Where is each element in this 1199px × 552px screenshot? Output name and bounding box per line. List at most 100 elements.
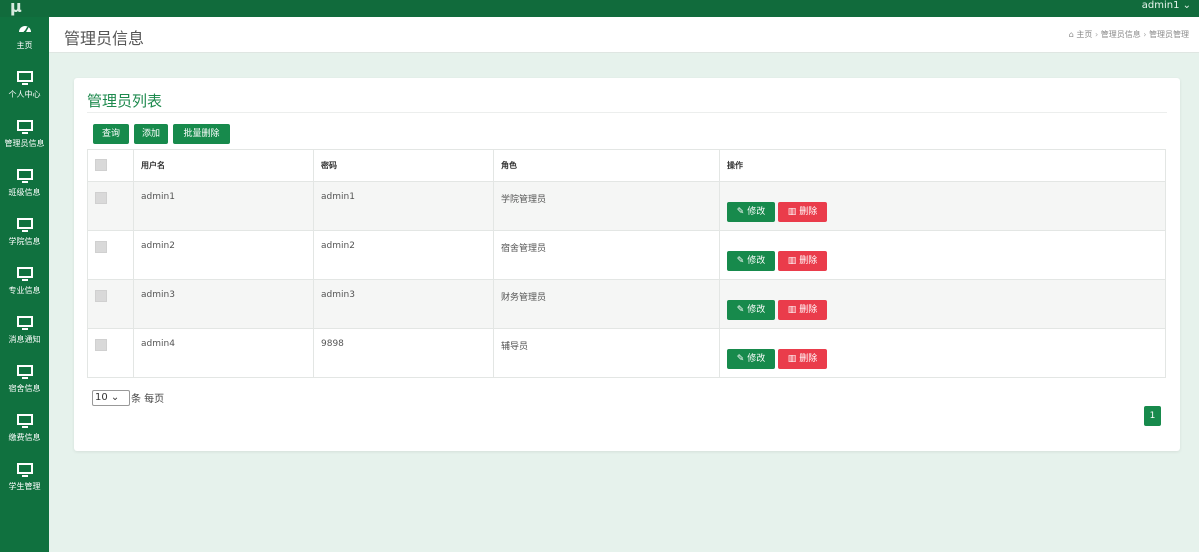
row-checkbox[interactable] [95,339,107,351]
breadcrumb: ⌂ 主页 › 管理员信息 › 管理员管理 [1069,29,1189,40]
select-all-cell [87,149,134,182]
monitor-icon [17,365,33,379]
table-header-row: 用户名 密码 角色 操作 [87,149,1166,182]
batch-delete-button[interactable]: 批量删除 [173,124,230,144]
password-cell: admin2 [321,241,355,251]
monitor-icon [17,218,33,232]
table-row: admin1 admin1 学院管理员 ✎ 修改 ▥ 删除 [87,181,1166,231]
panel-title: 管理员列表 [87,92,163,110]
page-button-1[interactable]: 1 [1144,406,1161,426]
role-cell: 宿舍管理员 [501,244,547,254]
delete-label: 删除 [799,256,818,266]
admin-table: 用户名 密码 角色 操作 admin1 admin1 学院管理员 ✎ 修改 ▥ … [87,149,1166,378]
edit-label: 修改 [747,256,766,266]
sidebar-item-label: 宿舍信息 [8,384,41,393]
app-logo: µ [10,0,22,16]
divider [87,112,1167,113]
sidebar-item-college-info[interactable]: 学院信息 [0,217,49,261]
password-cell: admin1 [321,192,355,202]
edit-label: 修改 [747,354,766,364]
dashboard-icon [19,26,31,34]
edit-button[interactable]: ✎ 修改 [727,300,775,320]
sidebar-item-dorm-info[interactable]: 宿舍信息 [0,364,49,408]
sidebar-item-label: 专业信息 [8,286,41,295]
sidebar-item-label: 消息通知 [8,335,41,344]
sidebar-item-payment-info[interactable]: 缴费信息 [0,413,49,457]
breadcrumb-admin-info[interactable]: 管理员信息 [1101,30,1141,39]
monitor-icon [17,120,33,134]
add-button[interactable]: 添加 [134,124,168,144]
edit-button[interactable]: ✎ 修改 [727,251,775,271]
trash-icon: ▥ [787,207,797,217]
sidebar-item-major-info[interactable]: 专业信息 [0,266,49,310]
sidebar-item-personal-center[interactable]: 个人中心 [0,70,49,114]
row-checkbox[interactable] [95,192,107,204]
column-header-role: 角色 [493,149,720,182]
sidebar-item-label: 缴费信息 [8,433,41,442]
breadcrumb-separator: › [1143,30,1147,39]
breadcrumb-admin-management: 管理员管理 [1149,30,1189,39]
page-size-select[interactable]: 10 ⌄ [92,390,130,406]
edit-icon: ✎ [736,256,745,266]
monitor-icon [17,169,33,183]
chevron-down-icon: ⌄ [110,392,120,403]
column-header-username: 用户名 [133,149,314,182]
edit-icon: ✎ [736,354,745,364]
monitor-icon [17,267,33,281]
edit-icon: ✎ [736,305,745,315]
sidebar-item-student-management[interactable]: 学生管理 [0,462,49,506]
user-menu[interactable]: admin1 ⌄ [1142,0,1191,12]
delete-label: 删除 [799,207,818,217]
per-page-label: 条 每页 [131,394,165,405]
role-cell: 辅导员 [501,342,529,352]
delete-label: 删除 [799,305,818,315]
username-cell: admin2 [141,241,175,251]
select-all-checkbox[interactable] [95,158,107,171]
monitor-icon [17,316,33,330]
sidebar-item-label: 学生管理 [8,482,41,491]
row-checkbox[interactable] [95,241,107,253]
table-row: admin3 admin3 财务管理员 ✎ 修改 ▥ 删除 [87,279,1166,329]
monitor-icon [17,71,33,85]
delete-button[interactable]: ▥ 删除 [778,251,827,271]
edit-icon: ✎ [736,207,745,217]
page-title: 管理员信息 [64,29,145,48]
page-header: 管理员信息 ⌂ 主页 › 管理员信息 › 管理员管理 [49,17,1199,53]
trash-icon: ▥ [787,256,797,266]
admin-list-panel: 管理员列表 查询 添加 批量删除 用户名 密码 角色 操作 admin1 adm… [74,78,1180,451]
trash-icon: ▥ [787,305,797,315]
sidebar-item-label: 学院信息 [8,237,41,246]
password-cell: 9898 [321,339,344,349]
sidebar-item-notifications[interactable]: 消息通知 [0,315,49,359]
query-button[interactable]: 查询 [93,124,129,144]
column-header-password: 密码 [313,149,494,182]
edit-label: 修改 [747,207,766,217]
page-size-value: 10 [95,392,108,403]
sidebar-item-class-info[interactable]: 班级信息 [0,168,49,212]
sidebar-item-admin-info[interactable]: 管理员信息 [0,119,49,163]
sidebar-item-home[interactable]: 主页 [0,21,49,65]
sidebar: 主页 个人中心 管理员信息 班级信息 学院信息 专业信息 消息通知 宿舍信息 缴… [0,17,49,552]
sidebar-item-label: 班级信息 [8,188,41,197]
username-cell: admin3 [141,290,175,300]
breadcrumb-home[interactable]: 主页 [1076,30,1092,39]
column-header-actions: 操作 [719,149,1166,182]
delete-label: 删除 [799,354,818,364]
table-row: admin2 admin2 宿舍管理员 ✎ 修改 ▥ 删除 [87,230,1166,280]
table-row: admin4 9898 辅导员 ✎ 修改 ▥ 删除 [87,328,1166,378]
home-icon: ⌂ [1068,30,1074,39]
edit-button[interactable]: ✎ 修改 [727,349,775,369]
role-cell: 学院管理员 [501,195,547,205]
sidebar-item-label: 管理员信息 [4,139,45,148]
trash-icon: ▥ [787,354,797,364]
monitor-icon [17,414,33,428]
delete-button[interactable]: ▥ 删除 [778,349,827,369]
row-checkbox[interactable] [95,290,107,302]
top-bar: µ admin1 ⌄ [0,0,1199,17]
delete-button[interactable]: ▥ 删除 [778,300,827,320]
edit-button[interactable]: ✎ 修改 [727,202,775,222]
password-cell: admin3 [321,290,355,300]
delete-button[interactable]: ▥ 删除 [778,202,827,222]
monitor-icon [17,463,33,477]
role-cell: 财务管理员 [501,293,547,303]
